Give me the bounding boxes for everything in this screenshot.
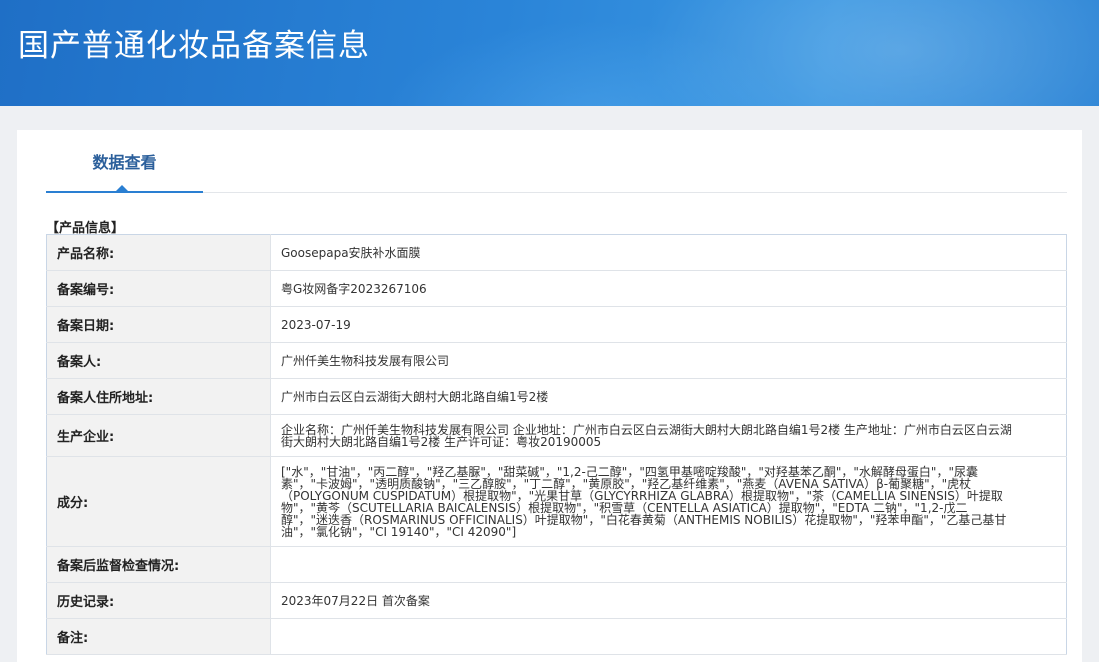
table-row: 备案后监督检查情况: xyxy=(46,546,1067,583)
row-label-supervision: 备案后监督检查情况: xyxy=(46,546,271,583)
tab-label: 数据查看 xyxy=(92,152,157,172)
header-banner: 国产普通化妆品备案信息 xyxy=(0,0,1099,106)
table-row: 产品名称: Goosepapa安肤补水面膜 xyxy=(46,234,1067,271)
banner-glow-2 xyxy=(380,20,800,106)
row-value-history: 2023年07月22日 首次备案 xyxy=(270,582,1067,619)
row-label-product-name: 产品名称: xyxy=(46,234,271,271)
table-row: 备案人住所地址: 广州市白云区白云湖街大朗村大朗北路自编1号2楼 xyxy=(46,378,1067,415)
row-label-manufacturer: 生产企业: xyxy=(46,414,271,457)
row-value-record-number: 粤G妆网备字2023267106 xyxy=(270,270,1067,307)
row-value-supervision xyxy=(270,546,1067,583)
row-label-registrant-address: 备案人住所地址: xyxy=(46,378,271,415)
content-card: 数据查看 【产品信息】 产品名称: Goosepapa安肤补水面膜 备案编号: … xyxy=(17,130,1082,662)
table-row: 备案人: 广州仟美生物科技发展有限公司 xyxy=(46,342,1067,379)
table-row: 历史记录: 2023年07月22日 首次备案 xyxy=(46,582,1067,619)
row-label-ingredients: 成分: xyxy=(46,456,271,547)
product-info-table: 产品名称: Goosepapa安肤补水面膜 备案编号: 粤G妆网备字202326… xyxy=(46,234,1067,655)
page-title: 国产普通化妆品备案信息 xyxy=(18,28,370,64)
row-label-history: 历史记录: xyxy=(46,582,271,619)
tab-bar: 数据查看 xyxy=(46,130,1067,193)
row-label-record-date: 备案日期: xyxy=(46,306,271,343)
table-row: 备注: xyxy=(46,618,1067,655)
table-row: 成分: ["水"，"甘油"，"丙二醇"，"羟乙基脲"，"甜菜碱"，"1,2-己二… xyxy=(46,456,1067,547)
table-row: 备案编号: 粤G妆网备字2023267106 xyxy=(46,270,1067,307)
table-row: 备案日期: 2023-07-19 xyxy=(46,306,1067,343)
row-value-product-name: Goosepapa安肤补水面膜 xyxy=(270,234,1067,271)
row-value-manufacturer: 企业名称：广州仟美生物科技发展有限公司 企业地址：广州市白云区白云湖街大朗村大朗… xyxy=(270,414,1067,457)
row-value-registrant-address: 广州市白云区白云湖街大朗村大朗北路自编1号2楼 xyxy=(270,378,1067,415)
tab-data-view[interactable]: 数据查看 xyxy=(46,130,203,193)
row-value-record-date: 2023-07-19 xyxy=(270,306,1067,343)
row-value-ingredients: ["水"，"甘油"，"丙二醇"，"羟乙基脲"，"甜菜碱"，"1,2-己二醇"，"… xyxy=(270,456,1067,547)
row-label-registrant: 备案人: xyxy=(46,342,271,379)
row-label-remarks: 备注: xyxy=(46,618,271,655)
table-row: 生产企业: 企业名称：广州仟美生物科技发展有限公司 企业地址：广州市白云区白云湖… xyxy=(46,414,1067,457)
row-value-remarks xyxy=(270,618,1067,655)
row-label-record-number: 备案编号: xyxy=(46,270,271,307)
tab-indicator-arrow xyxy=(116,185,128,191)
row-value-registrant: 广州仟美生物科技发展有限公司 xyxy=(270,342,1067,379)
